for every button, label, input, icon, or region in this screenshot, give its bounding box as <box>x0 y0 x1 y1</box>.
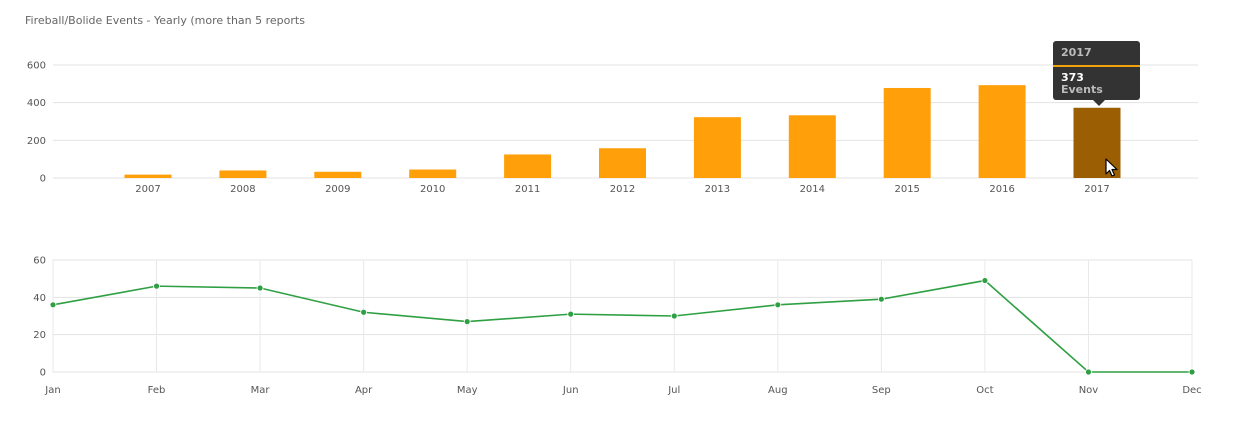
x-tick-label: Sep <box>872 385 891 396</box>
tooltip-label: Events <box>1061 83 1103 96</box>
bar-tooltip: 2017 373 Events <box>1053 41 1140 106</box>
x-tick-label: Jan <box>44 385 60 396</box>
point-Mar <box>256 284 264 292</box>
point-Oct <box>981 277 989 284</box>
point-Feb <box>153 282 160 290</box>
point-Aug <box>774 301 782 309</box>
x-tick-label: Jul <box>667 385 680 396</box>
point-Jan <box>49 301 57 309</box>
x-tick-label: May <box>457 385 478 396</box>
x-tick-label: Apr <box>355 385 373 396</box>
y-tick-label: 0 <box>40 368 46 379</box>
x-tick-label: Jun <box>562 385 579 396</box>
y-tick-label: 40 <box>33 293 46 304</box>
tooltip-year: 2017 <box>1061 46 1092 59</box>
point-Dec <box>1188 368 1196 376</box>
x-tick-label: Mar <box>251 385 271 396</box>
mouse-cursor-icon <box>1105 158 1118 177</box>
x-tick-label: Feb <box>148 385 166 396</box>
x-tick-label: Oct <box>976 385 993 396</box>
y-tick-label: 20 <box>33 330 46 341</box>
tooltip-arrow <box>1093 100 1105 106</box>
x-tick-label: Dec <box>1182 385 1201 396</box>
y-tick-label: 60 <box>33 256 46 267</box>
x-tick-label: Nov <box>1079 385 1099 396</box>
point-Jul <box>670 312 678 320</box>
point-Sep <box>877 295 885 303</box>
point-Jun <box>567 310 575 318</box>
series-line <box>52 279 1192 373</box>
point-Apr <box>360 308 368 316</box>
tooltip-separator <box>1053 65 1140 67</box>
point-Nov <box>1085 368 1092 376</box>
x-tick-label: Aug <box>768 385 788 396</box>
point-May <box>463 318 471 326</box>
